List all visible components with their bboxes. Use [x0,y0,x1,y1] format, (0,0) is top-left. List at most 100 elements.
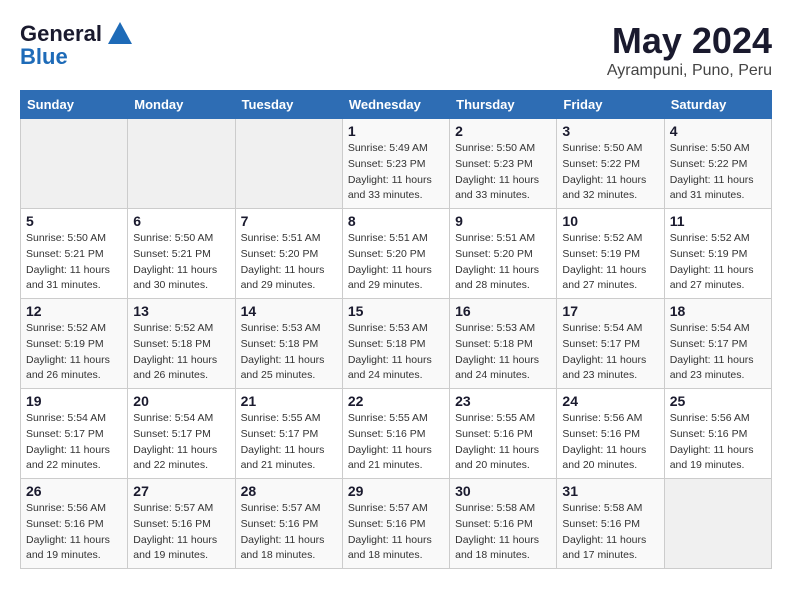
day-info: Sunrise: 5:57 AM Sunset: 5:16 PM Dayligh… [241,501,337,564]
day-number: 9 [455,213,551,229]
day-of-week-header: Thursday [450,91,557,119]
day-number: 30 [455,483,551,499]
calendar-cell: 22 Sunrise: 5:55 AM Sunset: 5:16 PM Dayli… [342,389,449,479]
day-number: 18 [670,303,766,319]
day-number: 8 [348,213,444,229]
day-info: Sunrise: 5:51 AM Sunset: 5:20 PM Dayligh… [455,231,551,294]
calendar-cell [128,119,235,209]
calendar-cell: 17 Sunrise: 5:54 AM Sunset: 5:17 PM Dayli… [557,299,664,389]
calendar-cell: 5 Sunrise: 5:50 AM Sunset: 5:21 PM Daylig… [21,209,128,299]
day-info: Sunrise: 5:58 AM Sunset: 5:16 PM Dayligh… [562,501,658,564]
day-of-week-header: Monday [128,91,235,119]
day-of-week-header: Sunday [21,91,128,119]
day-number: 24 [562,393,658,409]
calendar-cell: 12 Sunrise: 5:52 AM Sunset: 5:19 PM Dayli… [21,299,128,389]
calendar-cell: 25Sunrise: 5:56 AM Sunset: 5:16 PM Dayli… [664,389,771,479]
day-info: Sunrise: 5:53 AM Sunset: 5:18 PM Dayligh… [455,321,551,384]
day-info: Sunrise: 5:50 AM Sunset: 5:21 PM Dayligh… [26,231,122,294]
calendar-cell [21,119,128,209]
calendar-cell: 24 Sunrise: 5:56 AM Sunset: 5:16 PM Dayli… [557,389,664,479]
calendar-cell: 2Sunrise: 5:50 AM Sunset: 5:23 PM Daylig… [450,119,557,209]
calendar-cell: 27 Sunrise: 5:57 AM Sunset: 5:16 PM Dayli… [128,479,235,569]
day-number: 6 [133,213,229,229]
day-info: Sunrise: 5:50 AM Sunset: 5:22 PM Dayligh… [562,141,658,204]
day-info: Sunrise: 5:58 AM Sunset: 5:16 PM Dayligh… [455,501,551,564]
calendar-week-row: 1Sunrise: 5:49 AM Sunset: 5:23 PM Daylig… [21,119,772,209]
day-info: Sunrise: 5:57 AM Sunset: 5:16 PM Dayligh… [133,501,229,564]
calendar-cell: 6 Sunrise: 5:50 AM Sunset: 5:21 PM Daylig… [128,209,235,299]
day-of-week-header: Saturday [664,91,771,119]
day-info: Sunrise: 5:52 AM Sunset: 5:19 PM Dayligh… [670,231,766,294]
calendar-title: May 2024 [607,20,772,62]
calendar-cell: 14Sunrise: 5:53 AM Sunset: 5:18 PM Dayli… [235,299,342,389]
calendar-cell [664,479,771,569]
calendar-cell: 26 Sunrise: 5:56 AM Sunset: 5:16 PM Dayli… [21,479,128,569]
calendar-cell: 23 Sunrise: 5:55 AM Sunset: 5:16 PM Dayli… [450,389,557,479]
day-number: 20 [133,393,229,409]
calendar-header-row: SundayMondayTuesdayWednesdayThursdayFrid… [21,91,772,119]
day-number: 29 [348,483,444,499]
calendar-cell: 10Sunrise: 5:52 AM Sunset: 5:19 PM Dayli… [557,209,664,299]
day-number: 3 [562,123,658,139]
day-info: Sunrise: 5:57 AM Sunset: 5:16 PM Dayligh… [348,501,444,564]
day-number: 4 [670,123,766,139]
calendar-cell: 19 Sunrise: 5:54 AM Sunset: 5:17 PM Dayli… [21,389,128,479]
calendar-cell: 1Sunrise: 5:49 AM Sunset: 5:23 PM Daylig… [342,119,449,209]
day-number: 21 [241,393,337,409]
day-number: 31 [562,483,658,499]
day-of-week-header: Tuesday [235,91,342,119]
day-info: Sunrise: 5:51 AM Sunset: 5:20 PM Dayligh… [348,231,444,294]
day-info: Sunrise: 5:52 AM Sunset: 5:18 PM Dayligh… [133,321,229,384]
day-number: 26 [26,483,122,499]
day-number: 5 [26,213,122,229]
calendar-table: SundayMondayTuesdayWednesdayThursdayFrid… [20,90,772,569]
calendar-cell: 18 Sunrise: 5:54 AM Sunset: 5:17 PM Dayli… [664,299,771,389]
calendar-cell: 15Sunrise: 5:53 AM Sunset: 5:18 PM Dayli… [342,299,449,389]
day-info: Sunrise: 5:55 AM Sunset: 5:16 PM Dayligh… [348,411,444,474]
day-info: Sunrise: 5:49 AM Sunset: 5:23 PM Dayligh… [348,141,444,204]
day-info: Sunrise: 5:52 AM Sunset: 5:19 PM Dayligh… [562,231,658,294]
day-number: 22 [348,393,444,409]
day-number: 25 [670,393,766,409]
calendar-cell: 3 Sunrise: 5:50 AM Sunset: 5:22 PM Daylig… [557,119,664,209]
day-of-week-header: Friday [557,91,664,119]
title-block: May 2024 Ayrampuni, Puno, Peru [607,20,772,80]
page-header: General Blue May 2024 Ayrampuni, Puno, P… [20,20,772,80]
day-number: 7 [241,213,337,229]
calendar-week-row: 12 Sunrise: 5:52 AM Sunset: 5:19 PM Dayli… [21,299,772,389]
calendar-week-row: 5 Sunrise: 5:50 AM Sunset: 5:21 PM Daylig… [21,209,772,299]
calendar-cell: 29 Sunrise: 5:57 AM Sunset: 5:16 PM Dayli… [342,479,449,569]
calendar-cell [235,119,342,209]
day-info: Sunrise: 5:54 AM Sunset: 5:17 PM Dayligh… [133,411,229,474]
day-info: Sunrise: 5:50 AM Sunset: 5:22 PM Dayligh… [670,141,766,204]
logo-triangle-icon [106,20,134,48]
day-info: Sunrise: 5:52 AM Sunset: 5:19 PM Dayligh… [26,321,122,384]
day-number: 19 [26,393,122,409]
calendar-cell: 20 Sunrise: 5:54 AM Sunset: 5:17 PM Dayli… [128,389,235,479]
day-info: Sunrise: 5:54 AM Sunset: 5:17 PM Dayligh… [562,321,658,384]
day-number: 14 [241,303,337,319]
day-info: Sunrise: 5:55 AM Sunset: 5:17 PM Dayligh… [241,411,337,474]
day-number: 28 [241,483,337,499]
calendar-subtitle: Ayrampuni, Puno, Peru [607,62,772,80]
day-info: Sunrise: 5:56 AM Sunset: 5:16 PM Dayligh… [26,501,122,564]
calendar-cell: 16Sunrise: 5:53 AM Sunset: 5:18 PM Dayli… [450,299,557,389]
calendar-cell: 4 Sunrise: 5:50 AM Sunset: 5:22 PM Daylig… [664,119,771,209]
calendar-cell: 8 Sunrise: 5:51 AM Sunset: 5:20 PM Daylig… [342,209,449,299]
day-number: 17 [562,303,658,319]
calendar-cell: 13 Sunrise: 5:52 AM Sunset: 5:18 PM Dayli… [128,299,235,389]
day-number: 27 [133,483,229,499]
logo-blue-text: Blue [20,44,68,70]
day-info: Sunrise: 5:55 AM Sunset: 5:16 PM Dayligh… [455,411,551,474]
day-number: 23 [455,393,551,409]
day-number: 12 [26,303,122,319]
day-info: Sunrise: 5:54 AM Sunset: 5:17 PM Dayligh… [26,411,122,474]
day-info: Sunrise: 5:50 AM Sunset: 5:21 PM Dayligh… [133,231,229,294]
day-info: Sunrise: 5:54 AM Sunset: 5:17 PM Dayligh… [670,321,766,384]
logo: General Blue [20,20,134,70]
day-number: 13 [133,303,229,319]
calendar-cell: 11 Sunrise: 5:52 AM Sunset: 5:19 PM Dayli… [664,209,771,299]
day-number: 11 [670,213,766,229]
calendar-cell: 31 Sunrise: 5:58 AM Sunset: 5:16 PM Dayli… [557,479,664,569]
day-info: Sunrise: 5:56 AM Sunset: 5:16 PM Dayligh… [562,411,658,474]
